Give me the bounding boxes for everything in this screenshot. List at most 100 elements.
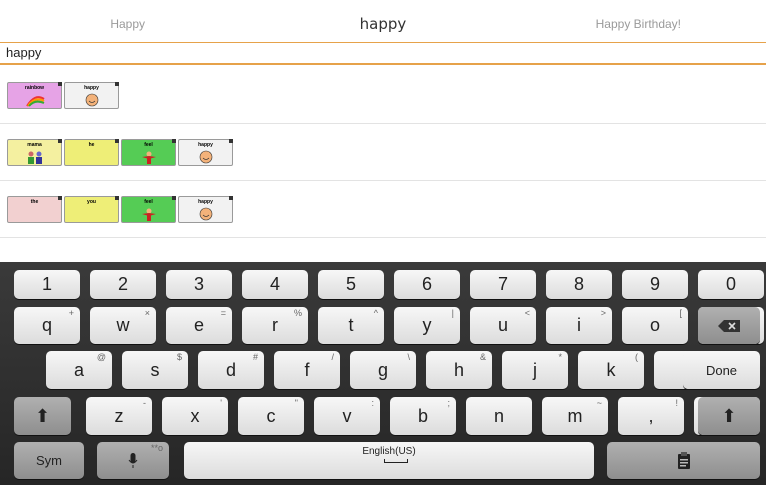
key-label: h [453, 359, 464, 380]
key-e[interactable]: e = [166, 307, 232, 344]
key-secondary-label: # [252, 352, 258, 362]
done-key[interactable]: Done [683, 351, 760, 389]
key-secondary-label: % [293, 308, 302, 318]
key-w[interactable]: w × [90, 307, 156, 344]
key-label: o [649, 315, 660, 335]
key-b[interactable]: b; [390, 397, 456, 435]
key-y[interactable]: y | [394, 307, 460, 344]
key-v[interactable]: v: [314, 397, 380, 435]
sentence-row[interactable]: the you feel happy [0, 181, 766, 238]
key-label: d [225, 359, 236, 380]
key-i[interactable]: i > [546, 307, 612, 344]
key-secondary-label: : [371, 398, 374, 408]
key-7[interactable]: 7 [470, 270, 536, 299]
microphone-icon [128, 452, 138, 468]
key-label: m [567, 405, 583, 426]
key-u[interactable]: u < [470, 307, 536, 344]
key-s[interactable]: s $ [122, 351, 188, 389]
key-label: y [422, 315, 432, 335]
suggestion-3[interactable]: Happy Birthday! [511, 6, 766, 42]
backspace-key[interactable] [698, 307, 760, 344]
key-f[interactable]: f / [274, 351, 340, 389]
symbol-button[interactable]: mama [7, 139, 62, 166]
symbol-button[interactable]: feel [121, 139, 176, 166]
corner-marker [229, 139, 233, 143]
symbol-button[interactable]: happy [178, 139, 233, 166]
key-1[interactable]: 1 [14, 270, 80, 299]
key-j[interactable]: j * [502, 351, 568, 389]
key-comma[interactable]: ,! [618, 397, 684, 435]
suggestion-1[interactable]: Happy [0, 6, 255, 42]
shift-left-key[interactable]: ⬆ [14, 397, 71, 435]
key-label: Sym [36, 453, 62, 468]
key-a[interactable]: a @ [46, 351, 112, 389]
space-key[interactable]: English(US) [184, 442, 594, 479]
symbol-button[interactable]: rainbow [7, 82, 62, 109]
key-q[interactable]: q + [14, 307, 80, 344]
key-n[interactable]: n [466, 397, 532, 435]
symbol-button[interactable]: you [64, 196, 119, 223]
key-secondary-label: | [451, 308, 454, 318]
key-label: v [342, 405, 352, 426]
key-secondary-label: **o [150, 443, 163, 453]
key-secondary-label: × [144, 308, 150, 318]
key-o[interactable]: o[ [622, 307, 688, 344]
corner-marker [115, 196, 119, 200]
key-r[interactable]: r% [242, 307, 308, 344]
key-label: s [150, 359, 160, 380]
sentence-row[interactable]: rainbow happy [0, 67, 766, 124]
key-8[interactable]: 8 [546, 270, 612, 299]
key-secondary-label: ^ [373, 308, 378, 318]
symbol-button[interactable]: happy [64, 82, 119, 109]
key-label: ⬆ [721, 405, 737, 426]
key-label: b [417, 405, 428, 426]
key-z[interactable]: z- [86, 397, 152, 435]
key-m[interactable]: m ~ [542, 397, 608, 435]
symbol-label: mama [27, 142, 42, 148]
key-label: r [272, 315, 278, 335]
shift-right-key[interactable]: ⬆ [698, 397, 760, 435]
corner-marker [172, 139, 176, 143]
happy-face-icon [196, 207, 216, 221]
symbol-button[interactable]: happy [178, 196, 233, 223]
key-3[interactable]: 3 [166, 270, 232, 299]
key-h[interactable]: h & [426, 351, 492, 389]
key-c[interactable]: c " [238, 397, 304, 435]
symbol-button[interactable]: he [64, 139, 119, 166]
symbol-label: happy [84, 85, 99, 91]
key-0[interactable]: 0 [698, 270, 764, 299]
symbol-label: feel [144, 199, 153, 205]
symbol-button[interactable]: the [7, 196, 62, 223]
key-label: f [304, 359, 310, 380]
corner-marker [115, 139, 119, 143]
symbol-label: you [87, 199, 96, 205]
message-input[interactable]: happy [0, 42, 766, 65]
corner-marker [58, 196, 62, 200]
key-9[interactable]: 9 [622, 270, 688, 299]
key-label: k [606, 359, 616, 380]
key-5[interactable]: 5 [318, 270, 384, 299]
key-k[interactable]: k( [578, 351, 644, 389]
key-label: ⬆ [34, 405, 51, 426]
suggestion-2[interactable]: happy [255, 6, 510, 42]
key-secondary-label: @ [96, 352, 106, 362]
clipboard-key[interactable] [607, 442, 760, 479]
key-secondary-label: \ [407, 352, 410, 362]
key-4[interactable]: 4 [242, 270, 308, 299]
key-6[interactable]: 6 [394, 270, 460, 299]
symbol-button[interactable]: feel [121, 196, 176, 223]
corner-marker [58, 82, 62, 86]
mic-key[interactable]: **o [97, 442, 169, 479]
key-d[interactable]: d # [198, 351, 264, 389]
key-g[interactable]: g \ [350, 351, 416, 389]
key-label: 5 [345, 274, 356, 294]
key-x[interactable]: x ' [162, 397, 228, 435]
sym-key[interactable]: Sym [14, 442, 84, 479]
key-label: x [190, 405, 200, 426]
corner-marker [115, 82, 119, 86]
key-t[interactable]: t ^ [318, 307, 384, 344]
key-secondary-label: / [331, 352, 334, 362]
key-secondary-label: $ [176, 352, 182, 362]
key-2[interactable]: 2 [90, 270, 156, 299]
sentence-row[interactable]: mama he feel happy [0, 124, 766, 181]
